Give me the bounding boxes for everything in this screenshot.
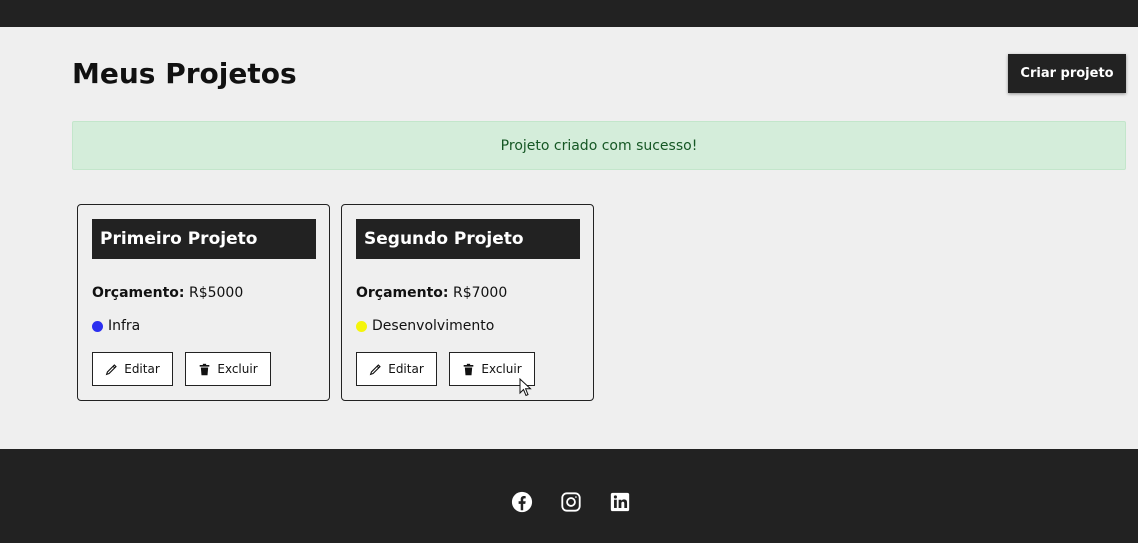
delete-label: Excluir bbox=[481, 362, 522, 376]
edit-label: Editar bbox=[124, 362, 160, 376]
project-category: Infra bbox=[92, 318, 140, 334]
top-navbar bbox=[0, 0, 1138, 27]
budget-label: Orçamento: bbox=[356, 285, 449, 301]
mouse-cursor-icon bbox=[519, 378, 532, 397]
project-budget: Orçamento: R$7000 bbox=[356, 285, 507, 301]
delete-label: Excluir bbox=[217, 362, 258, 376]
linkedin-icon[interactable] bbox=[609, 491, 631, 513]
project-card: Segundo Projeto Orçamento: R$7000 Desenv… bbox=[341, 204, 594, 401]
project-category: Desenvolvimento bbox=[356, 318, 494, 334]
category-dot-icon bbox=[92, 320, 103, 332]
edit-button[interactable]: Editar bbox=[356, 352, 437, 386]
category-label: Infra bbox=[108, 318, 141, 334]
instagram-icon[interactable] bbox=[560, 491, 582, 513]
success-alert: Projeto criado com sucesso! bbox=[72, 121, 1126, 170]
alert-message: Projeto criado com sucesso! bbox=[500, 137, 698, 154]
page-title: Meus Projetos bbox=[72, 57, 297, 90]
project-title: Primeiro Projeto bbox=[92, 219, 316, 259]
trash-icon bbox=[463, 363, 474, 375]
project-budget: Orçamento: R$5000 bbox=[92, 285, 243, 301]
trash-icon bbox=[199, 363, 210, 375]
category-dot-icon bbox=[356, 320, 367, 332]
pencil-icon bbox=[105, 363, 118, 375]
edit-label: Editar bbox=[388, 362, 424, 376]
project-title: Segundo Projeto bbox=[356, 219, 580, 259]
delete-button[interactable]: Excluir bbox=[185, 352, 271, 386]
budget-value: R$7000 bbox=[452, 285, 508, 301]
create-project-button[interactable]: Criar projeto bbox=[1008, 54, 1126, 93]
project-card: Primeiro Projeto Orçamento: R$5000 Infra… bbox=[77, 204, 330, 401]
pencil-icon bbox=[369, 363, 382, 375]
facebook-icon[interactable] bbox=[511, 491, 533, 513]
category-label: Desenvolvimento bbox=[372, 318, 495, 334]
budget-value: R$5000 bbox=[188, 285, 244, 301]
budget-label: Orçamento: bbox=[92, 285, 185, 301]
edit-button[interactable]: Editar bbox=[92, 352, 173, 386]
